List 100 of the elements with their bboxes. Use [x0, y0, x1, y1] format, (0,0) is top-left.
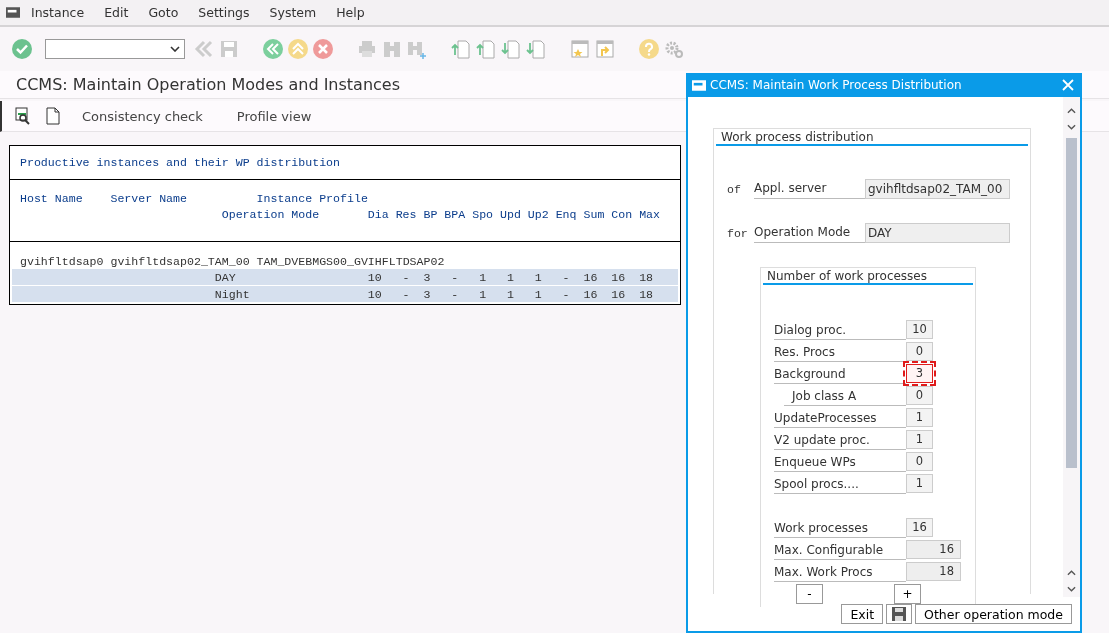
first-page-icon[interactable]: [451, 39, 471, 59]
settings-icon[interactable]: [664, 39, 684, 59]
exit-button[interactable]: Exit: [841, 604, 884, 624]
table-cell-text: 18: [638, 270, 654, 284]
operation-mode: DAY: [214, 270, 237, 284]
instance-profile: TAM_DVEBMGS00_GVIHFLTDSAP02: [256, 254, 445, 268]
table-cell-text: 18: [638, 287, 654, 301]
column-header: Dia: [367, 207, 389, 221]
toolbar-button[interactable]: Profile view: [228, 108, 320, 124]
display-field: DAY: [865, 223, 1010, 243]
binoculars-plus-icon[interactable]: [407, 39, 427, 59]
column-header: Host Name: [20, 191, 84, 205]
table-cell-text: -: [450, 270, 459, 284]
field-prefix: for: [727, 226, 749, 240]
display-field: 16: [906, 540, 961, 559]
column-header: Spo: [471, 207, 494, 221]
column-header: Instance Profile: [256, 191, 368, 205]
number-field[interactable]: 1: [906, 408, 933, 427]
caret-icon[interactable]: [170, 46, 180, 52]
screen-title: CCMS: Maintain Operation Modes and Instances: [16, 75, 401, 94]
number-field[interactable]: 10: [906, 320, 933, 339]
binoculars-icon[interactable]: [382, 39, 402, 59]
table-cell-text: -: [561, 287, 570, 301]
table-cell-text: 10: [366, 287, 382, 301]
table-cell-text: 3: [422, 270, 431, 284]
next-page-icon[interactable]: [501, 39, 521, 59]
operation-mode: Night: [214, 287, 251, 301]
number-field[interactable]: 3: [906, 364, 933, 383]
table-cell-text: -: [561, 270, 570, 284]
table-cell-text: 16: [610, 287, 626, 301]
previous-page-icon[interactable]: [476, 39, 496, 59]
close-icon[interactable]: [1062, 79, 1074, 91]
scroll-up-icon[interactable]: [1067, 108, 1076, 114]
double-left-arrow-icon[interactable]: [194, 39, 214, 59]
menu-item[interactable]: Help: [336, 5, 365, 20]
column-header: Up2: [526, 207, 549, 221]
host-name: gvihfltdsap0: [20, 254, 105, 268]
group-title: Number of work processes: [763, 268, 973, 285]
scroll-down-icon[interactable]: [1067, 124, 1076, 130]
column-header: Server Name: [110, 191, 188, 205]
table-cell-text: 16: [582, 270, 598, 284]
table-cell-text: 1: [478, 270, 487, 284]
print-icon[interactable]: [357, 39, 377, 59]
table-cell-text: 1: [505, 287, 514, 301]
toolbar-button[interactable]: Consistency check: [74, 108, 211, 124]
save-icon[interactable]: [219, 39, 239, 59]
table-cell-text: 10: [366, 270, 382, 284]
window-menu-icon[interactable]: [692, 79, 706, 91]
display-field: 18: [906, 562, 961, 581]
scroll-down-icon[interactable]: [1067, 586, 1076, 592]
scroll-up-icon[interactable]: [1067, 570, 1076, 576]
number-field[interactable]: 1: [906, 430, 933, 449]
help-icon[interactable]: [639, 39, 659, 59]
number-field[interactable]: 16: [906, 518, 933, 537]
server-name: gvihfltdsap02_TAM_00: [110, 254, 251, 268]
column-header: Max: [638, 207, 660, 221]
table-cell-text: 1: [505, 270, 514, 284]
up-icon[interactable]: [288, 39, 308, 59]
list-magnifier-icon[interactable]: [14, 107, 32, 125]
menu-icon[interactable]: [6, 7, 20, 18]
display-field: gvihfltdsap02_TAM_00: [865, 179, 1010, 199]
number-field[interactable]: 0: [906, 386, 933, 405]
column-header: Operation Mode: [221, 207, 321, 221]
menu-item[interactable]: Goto: [148, 5, 179, 20]
number-field[interactable]: 1: [906, 474, 933, 493]
column-header: BP: [422, 207, 438, 221]
number-field[interactable]: 0: [906, 342, 933, 361]
field-prefix: of: [727, 182, 742, 196]
step-button[interactable]: -: [796, 584, 823, 604]
column-header: Con: [610, 207, 633, 221]
table-cell-text: 1: [478, 287, 487, 301]
back-icon[interactable]: [263, 39, 283, 59]
number-field[interactable]: 0: [906, 452, 933, 471]
table-cell-text: -: [401, 287, 410, 301]
menu-item[interactable]: System: [269, 5, 317, 20]
cancel-icon[interactable]: [313, 39, 333, 59]
last-page-icon[interactable]: [526, 39, 546, 59]
other-operation-mode-button[interactable]: Other operation mode: [915, 604, 1072, 624]
table-cell-text: -: [450, 287, 459, 301]
menu-item[interactable]: Edit: [104, 5, 129, 20]
column-header: Enq: [554, 207, 577, 221]
column-header: BPA: [443, 207, 466, 221]
step-button[interactable]: +: [894, 584, 921, 604]
column-header: Sum: [582, 207, 605, 221]
table-cell-text: 16: [610, 270, 626, 284]
table-cell-text: 16: [582, 287, 598, 301]
scrollbar-thumb[interactable]: [1066, 138, 1077, 468]
check-icon[interactable]: [12, 39, 32, 59]
table-cell-text: -: [401, 270, 410, 284]
menu-item[interactable]: Settings: [198, 5, 250, 20]
table-cell-text: 3: [422, 287, 431, 301]
command-field[interactable]: [45, 39, 185, 59]
save-button[interactable]: [886, 604, 913, 624]
column-header: Res: [394, 207, 417, 221]
list-title: Productive instances and their WP distribution: [20, 156, 341, 169]
document-icon[interactable]: [44, 107, 62, 125]
menu-item[interactable]: Instance: [31, 5, 85, 20]
dialog-title: CCMS: Maintain Work Process Distribution: [710, 78, 963, 92]
table-cell-text: 1: [533, 287, 542, 301]
table-cell-text: 1: [533, 270, 542, 284]
